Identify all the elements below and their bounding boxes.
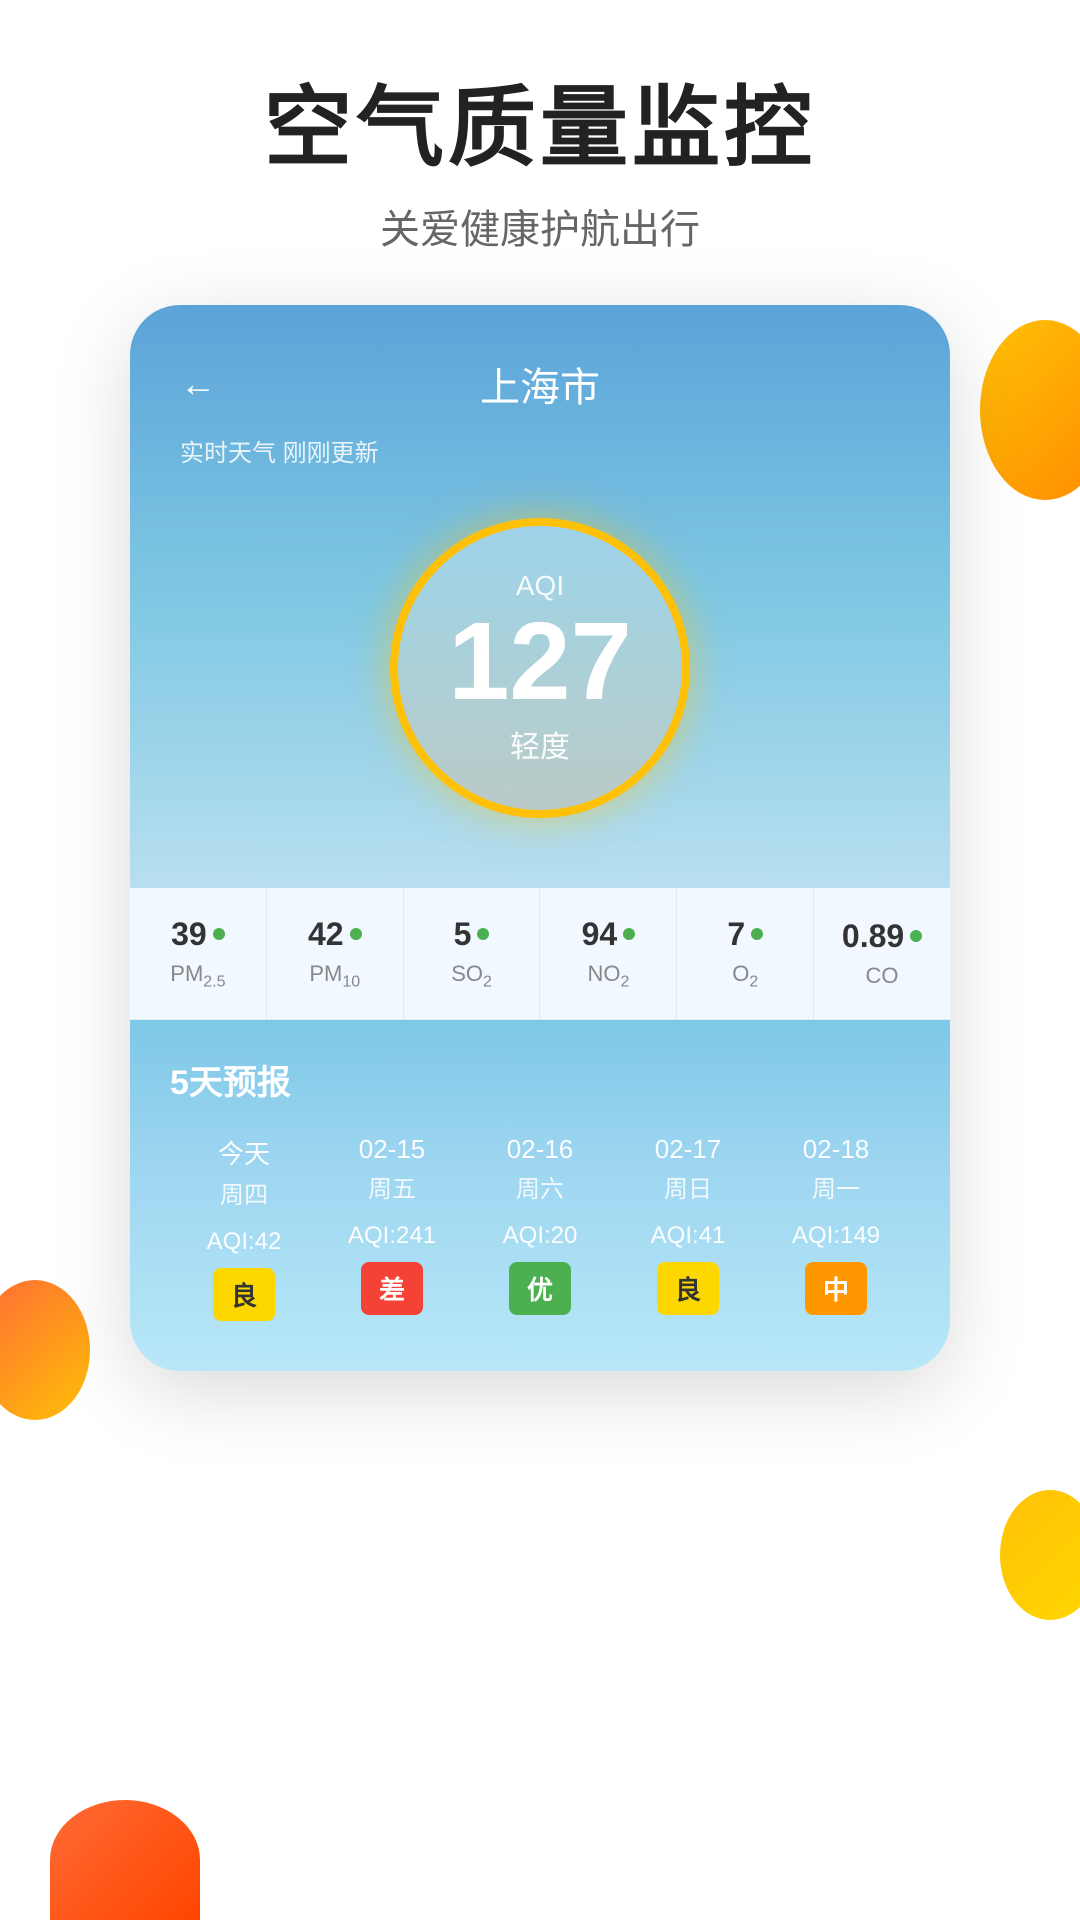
metric-dot — [623, 928, 635, 940]
forecast-date: 02-16 — [466, 1134, 614, 1165]
forecast-day: 02-16 周六 AQI:20 优 — [466, 1134, 614, 1321]
phone-card: ← 上海市 实时天气 刚刚更新 AQI 127 轻度 39 PM2.5 42 P… — [130, 305, 950, 1371]
forecast-day: 02-18 周一 AQI:149 中 — [762, 1134, 910, 1321]
metric-value-row: 39 — [140, 916, 256, 953]
weather-update: 实时天气 刚刚更新 — [180, 433, 900, 468]
forecast-section: 5天预报 今天 周四 AQI:42 良 02-15 周五 AQI:241 差 0… — [130, 1020, 950, 1371]
metric-dot — [350, 928, 362, 940]
aqi-description: 轻度 — [510, 722, 570, 766]
forecast-badge: 良 — [657, 1262, 719, 1315]
metric-value: 39 — [171, 916, 207, 953]
metric-item: 5 SO2 — [404, 888, 541, 1019]
metric-value: 5 — [454, 916, 472, 953]
metric-dot — [910, 930, 922, 942]
hero-subtitle: 关爱健康护航出行 — [0, 197, 1080, 255]
decorative-blob-right — [980, 320, 1080, 500]
app-nav: ← 上海市 — [180, 355, 900, 413]
aqi-label: AQI — [516, 570, 564, 602]
metric-item: 0.89 CO — [814, 890, 950, 1017]
forecast-day: 02-15 周五 AQI:241 差 — [318, 1134, 466, 1321]
forecast-aqi-text: AQI:241 — [318, 1222, 466, 1250]
metric-dot — [213, 928, 225, 940]
aqi-circle-container: AQI 127 轻度 — [180, 498, 900, 828]
forecast-aqi-text: AQI:20 — [466, 1222, 614, 1250]
decorative-blob-bottom-corner — [50, 1800, 200, 1920]
metric-dot — [477, 928, 489, 940]
metric-name: CO — [824, 963, 940, 989]
back-button[interactable]: ← — [180, 363, 216, 405]
aqi-circle: AQI 127 轻度 — [390, 518, 690, 818]
forecast-badge: 中 — [805, 1262, 867, 1315]
metric-name: SO2 — [414, 961, 530, 991]
metric-item: 94 NO2 — [540, 888, 677, 1019]
aqi-value: 127 — [448, 607, 632, 717]
city-name: 上海市 — [480, 355, 600, 413]
forecast-day: 今天 周四 AQI:42 良 — [170, 1134, 318, 1321]
forecast-weekday: 周一 — [762, 1169, 910, 1204]
forecast-aqi-text: AQI:42 — [170, 1228, 318, 1256]
forecast-badge: 差 — [361, 1262, 423, 1315]
forecast-date: 02-17 — [614, 1134, 762, 1165]
metric-name: PM2.5 — [140, 961, 256, 991]
hero-title: 空气质量监控 — [0, 80, 1080, 177]
decorative-blob-left — [0, 1280, 90, 1420]
forecast-weekday: 周五 — [318, 1169, 466, 1204]
forecast-badge: 优 — [509, 1262, 571, 1315]
forecast-title: 5天预报 — [170, 1055, 910, 1104]
decorative-blob-bottom-right — [1000, 1490, 1080, 1620]
metric-item: 42 PM10 — [267, 888, 404, 1019]
forecast-day: 02-17 周日 AQI:41 良 — [614, 1134, 762, 1321]
metric-item: 7 O2 — [677, 888, 814, 1019]
forecast-date: 今天 — [170, 1134, 318, 1171]
metric-item: 39 PM2.5 — [130, 888, 267, 1019]
forecast-aqi-text: AQI:149 — [762, 1222, 910, 1250]
metric-name: O2 — [687, 961, 803, 991]
forecast-aqi-text: AQI:41 — [614, 1222, 762, 1250]
metric-value: 7 — [727, 916, 745, 953]
app-header: ← 上海市 实时天气 刚刚更新 AQI 127 轻度 — [130, 305, 950, 888]
forecast-grid: 今天 周四 AQI:42 良 02-15 周五 AQI:241 差 02-16 … — [170, 1134, 910, 1321]
metric-dot — [751, 928, 763, 940]
metric-name: PM10 — [277, 961, 393, 991]
metric-value: 94 — [582, 916, 618, 953]
metric-value: 42 — [308, 916, 344, 953]
hero-section: 空气质量监控 关爱健康护航出行 — [0, 0, 1080, 305]
metric-value-row: 94 — [550, 916, 666, 953]
metric-value-row: 0.89 — [824, 918, 940, 955]
metric-value: 0.89 — [842, 918, 904, 955]
forecast-badge: 良 — [213, 1268, 275, 1321]
metric-name: NO2 — [550, 961, 666, 991]
forecast-date: 02-18 — [762, 1134, 910, 1165]
forecast-date: 02-15 — [318, 1134, 466, 1165]
metric-value-row: 42 — [277, 916, 393, 953]
metrics-bar: 39 PM2.5 42 PM10 5 SO2 94 NO2 7 O2 0.89 — [130, 888, 950, 1020]
metric-value-row: 7 — [687, 916, 803, 953]
forecast-weekday: 周四 — [170, 1175, 318, 1210]
forecast-weekday: 周六 — [466, 1169, 614, 1204]
forecast-weekday: 周日 — [614, 1169, 762, 1204]
metric-value-row: 5 — [414, 916, 530, 953]
